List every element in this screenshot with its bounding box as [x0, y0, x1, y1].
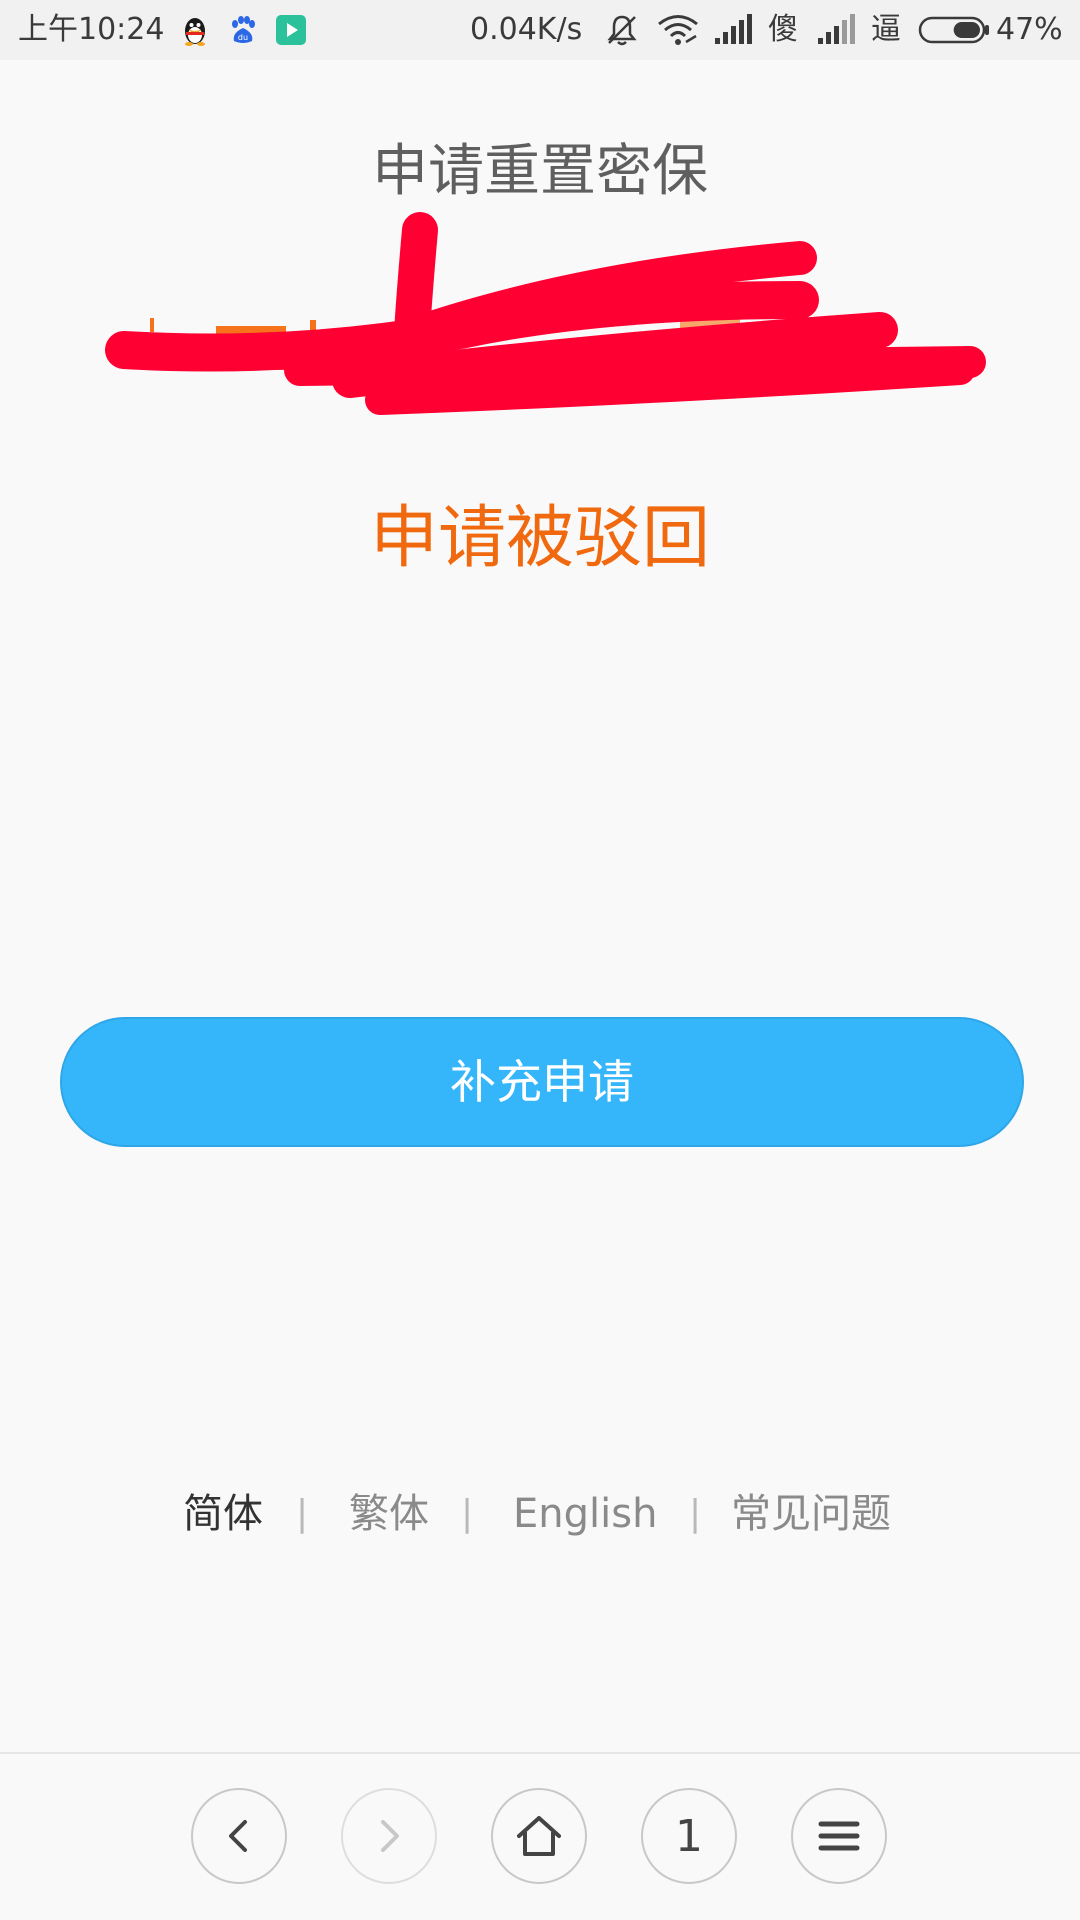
- back-icon: [229, 1820, 247, 1852]
- wifi-icon: [658, 15, 698, 45]
- baidu-icon: du: [232, 16, 255, 43]
- net-speed: 0.04K/s: [470, 12, 583, 47]
- lang-separator: |: [461, 1493, 474, 1534]
- lang-english-link[interactable]: English: [513, 1486, 657, 1542]
- battery-percent: 47%: [996, 12, 1063, 47]
- carrier-label-2: 逼: [871, 12, 901, 47]
- menu-button[interactable]: [791, 1788, 887, 1884]
- language-bar: 简体 | 繁体 | English | 常见问题: [0, 1486, 1080, 1542]
- supplement-application-button[interactable]: 补充申请: [60, 1017, 1024, 1147]
- forward-icon: [381, 1820, 399, 1852]
- tab-count: 1: [675, 1810, 703, 1862]
- lang-traditional-link[interactable]: 繁体: [349, 1486, 429, 1542]
- status-bar: 上午10:24 du 0.04K/s 傻 逼 47%: [0, 0, 1080, 60]
- screen: 上午10:24 du 0.04K/s 傻 逼 47% 申请重置密保 申请被驳回 …: [0, 0, 1080, 1920]
- mute-icon: [607, 15, 637, 46]
- home-icon: [517, 1816, 561, 1856]
- svg-text:du: du: [238, 33, 248, 42]
- signal-icon-sim2: [818, 14, 855, 44]
- back-button[interactable]: [191, 1788, 287, 1884]
- browser-nav-bar: 1: [0, 1754, 1080, 1920]
- forward-button[interactable]: [341, 1788, 437, 1884]
- lang-simplified-link[interactable]: 简体: [183, 1486, 263, 1542]
- faq-link[interactable]: 常见问题: [731, 1486, 891, 1542]
- home-button[interactable]: [491, 1788, 587, 1884]
- lang-separator: |: [296, 1493, 309, 1534]
- lang-separator: |: [689, 1493, 702, 1534]
- status-time: 上午10:24: [18, 12, 165, 47]
- battery-icon: [918, 16, 989, 44]
- status-message: 申请被驳回: [369, 499, 710, 578]
- redaction-scribble: [105, 212, 986, 415]
- signal-icon-sim1: [715, 14, 752, 44]
- tabs-button[interactable]: 1: [641, 1788, 737, 1884]
- menu-icon: [818, 1821, 860, 1851]
- play-icon: [276, 15, 306, 45]
- carrier-label-1: 傻: [768, 12, 798, 47]
- qq-icon: [185, 18, 205, 46]
